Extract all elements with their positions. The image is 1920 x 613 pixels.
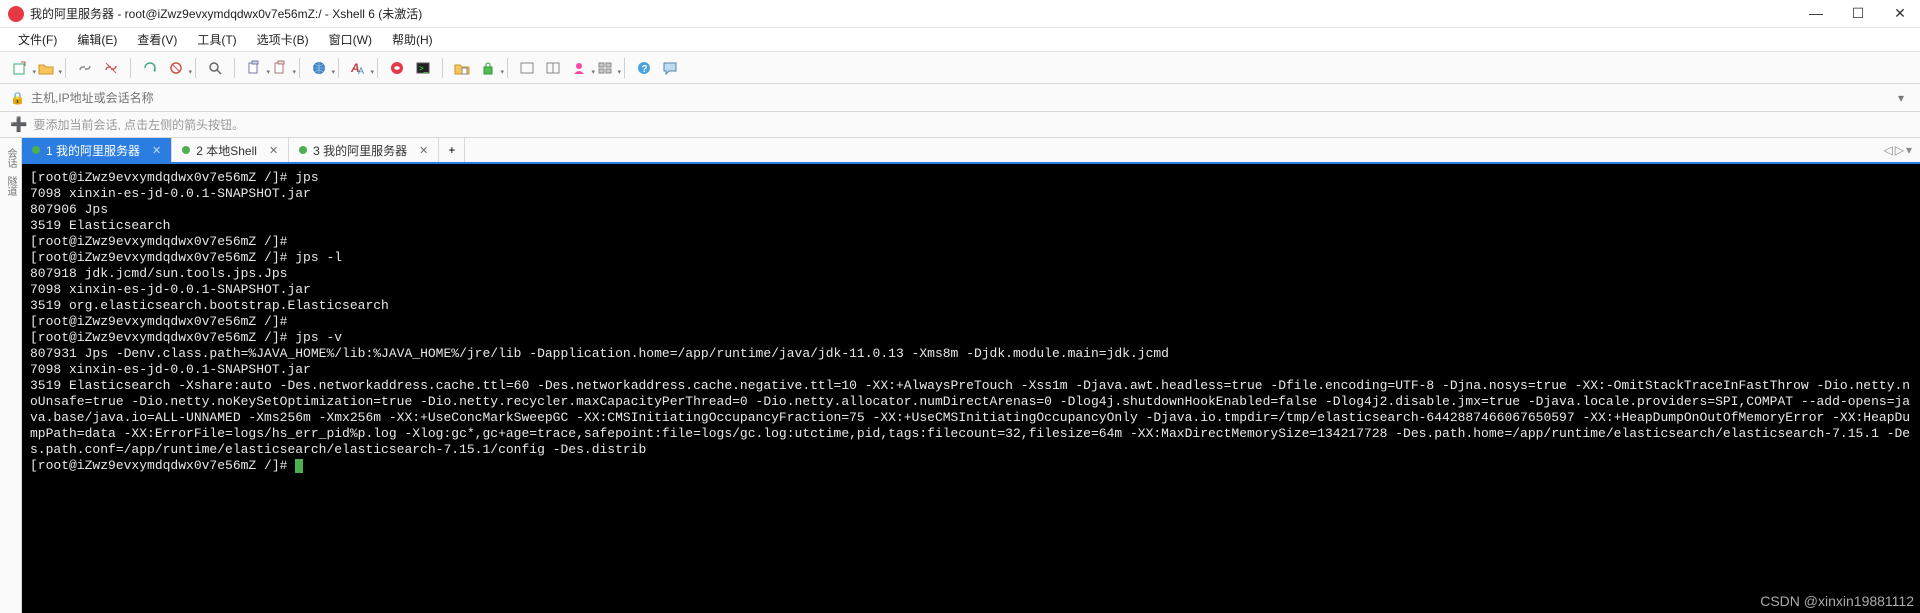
new-session-icon[interactable]: ▾: [10, 58, 30, 78]
terminal-cursor: [295, 459, 303, 473]
minimize-button[interactable]: —: [1804, 5, 1828, 22]
open-folder-icon[interactable]: ▾: [36, 58, 56, 78]
menu-tabs[interactable]: 选项卡(B): [249, 29, 317, 50]
tab-label: 2 本地Shell: [196, 142, 257, 159]
terminal-icon[interactable]: >_: [413, 58, 433, 78]
status-dot-icon: [182, 146, 190, 154]
add-session-icon[interactable]: ➕: [10, 116, 27, 133]
add-tab-button[interactable]: +: [439, 138, 465, 162]
address-dropdown-icon[interactable]: ▾: [1892, 91, 1910, 105]
lock-toggle-icon[interactable]: ▾: [478, 58, 498, 78]
tab-label: 3 我的阿里服务器: [313, 142, 407, 159]
app-icon: [8, 6, 24, 22]
copy-icon[interactable]: ▾: [244, 58, 264, 78]
help-icon[interactable]: ?: [634, 58, 654, 78]
tile-icon[interactable]: ▾: [595, 58, 615, 78]
search-icon[interactable]: [205, 58, 225, 78]
tab-1[interactable]: 1 我的阿里服务器 ✕: [22, 138, 172, 162]
svg-text:?: ?: [642, 64, 648, 75]
tab-nav-right-icon[interactable]: ▷: [1895, 143, 1904, 157]
globe-icon[interactable]: ▾: [309, 58, 329, 78]
rail-tunnel[interactable]: 隧道: [3, 176, 18, 196]
address-bar: 🔒 ▾: [0, 84, 1920, 112]
terminal-output[interactable]: [root@iZwz9evxymdqdwx0v7e56mZ /]# jps 70…: [22, 164, 1920, 613]
paste-icon[interactable]: ▾: [270, 58, 290, 78]
hint-text: 要添加当前会话, 点击左侧的箭头按钮。: [33, 116, 244, 133]
window-titlebar: 我的阿里服务器 - root@iZwz9evxymdqdwx0v7e56mZ:/…: [0, 0, 1920, 28]
menu-help[interactable]: 帮助(H): [384, 29, 441, 50]
tab-nav-menu-icon[interactable]: ▾: [1906, 143, 1912, 157]
menu-bar: 文件(F) 编辑(E) 查看(V) 工具(T) 选项卡(B) 窗口(W) 帮助(…: [0, 28, 1920, 52]
tab-3[interactable]: 3 我的阿里服务器 ✕: [289, 138, 439, 162]
menu-edit[interactable]: 编辑(E): [69, 29, 125, 50]
left-rail: 会话 隧道: [0, 138, 22, 613]
swirl-icon[interactable]: [387, 58, 407, 78]
unlink-icon[interactable]: [101, 58, 121, 78]
maximize-button[interactable]: ☐: [1846, 5, 1870, 22]
tab-close-icon[interactable]: ✕: [152, 144, 161, 157]
folder-doc-icon[interactable]: [452, 58, 472, 78]
close-button[interactable]: ✕: [1888, 5, 1912, 22]
tab-label: 1 我的阿里服务器: [46, 142, 140, 159]
tab-2[interactable]: 2 本地Shell ✕: [172, 138, 289, 162]
rail-sessions[interactable]: 会话: [3, 148, 18, 168]
address-input[interactable]: [31, 91, 1892, 105]
tab-close-icon[interactable]: ✕: [269, 144, 278, 157]
layout-1-icon[interactable]: [517, 58, 537, 78]
hint-bar: ➕ 要添加当前会话, 点击左侧的箭头按钮。: [0, 112, 1920, 138]
layout-2-icon[interactable]: [543, 58, 563, 78]
menu-file[interactable]: 文件(F): [10, 29, 65, 50]
lock-icon: 🔒: [10, 91, 25, 105]
refresh-icon[interactable]: [140, 58, 160, 78]
tab-strip: 1 我的阿里服务器 ✕ 2 本地Shell ✕ 3 我的阿里服务器 ✕ + ◁ …: [22, 138, 1920, 164]
window-title: 我的阿里服务器 - root@iZwz9evxymdqdwx0v7e56mZ:/…: [30, 5, 1804, 22]
link-icon[interactable]: [75, 58, 95, 78]
svg-text:>_: >_: [419, 64, 429, 73]
user-icon[interactable]: ▾: [569, 58, 589, 78]
chat-icon[interactable]: [660, 58, 680, 78]
menu-tools[interactable]: 工具(T): [189, 29, 244, 50]
status-dot-icon: [299, 146, 307, 154]
svg-text:A: A: [358, 66, 364, 76]
disconnect-icon[interactable]: ▾: [166, 58, 186, 78]
menu-window[interactable]: 窗口(W): [321, 29, 380, 50]
status-dot-icon: [32, 146, 40, 154]
tab-nav-left-icon[interactable]: ◁: [1884, 143, 1893, 157]
toolbar: ▾ ▾ ▾ ▾ ▾ ▾ AA▾ >_ ▾ ▾ ▾ ?: [0, 52, 1920, 84]
font-icon[interactable]: AA▾: [348, 58, 368, 78]
tab-close-icon[interactable]: ✕: [419, 144, 428, 157]
menu-view[interactable]: 查看(V): [129, 29, 185, 50]
